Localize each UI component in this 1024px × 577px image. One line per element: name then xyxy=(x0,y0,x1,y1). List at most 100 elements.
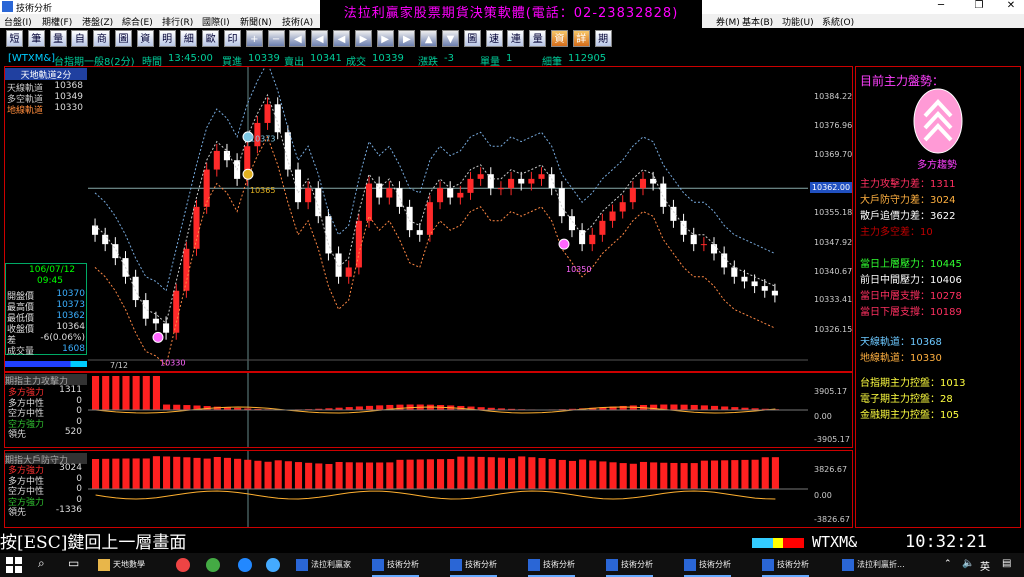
force-bar xyxy=(670,462,678,489)
toolbar-button-11[interactable]: + xyxy=(245,30,263,47)
menu-item-3[interactable]: 綜合(E) xyxy=(122,15,153,28)
toolbar-button-23[interactable]: 連 xyxy=(507,30,525,47)
candle xyxy=(406,206,413,231)
menu-item-10[interactable]: 功能(U) xyxy=(782,15,814,28)
maximize-button[interactable]: ❐ xyxy=(966,0,992,11)
sub1-row-value: 1311 xyxy=(59,385,82,395)
menu-item-6[interactable]: 新聞(N) xyxy=(240,15,272,28)
menu-item-1[interactable]: 期權(F) xyxy=(42,15,72,28)
toolbar-button-24[interactable]: 量 xyxy=(529,30,547,47)
force-bar xyxy=(274,460,282,489)
menu-item-7[interactable]: 技術(A) xyxy=(282,15,313,28)
force-bar xyxy=(437,459,445,489)
force-bar xyxy=(112,458,120,489)
search-icon[interactable]: ⌕ xyxy=(38,556,45,571)
force-bar xyxy=(355,406,363,410)
pinned-browser-icon[interactable] xyxy=(238,558,252,572)
menu-item-9[interactable]: 基本(B) xyxy=(742,15,773,28)
taskbar-app-5[interactable]: 技術分析 xyxy=(606,555,653,577)
sub2-row-label: 領先 xyxy=(8,508,27,518)
toolbar-button-7[interactable]: 明 xyxy=(158,30,176,47)
menu-item-0[interactable]: 台盤(I) xyxy=(4,15,32,28)
menu-item-8[interactable]: 券(M) xyxy=(716,15,740,28)
ohlc-value: 10370 xyxy=(56,289,85,299)
taskbar-app-3[interactable]: 技術分析 xyxy=(450,555,497,577)
taskbar-app-6[interactable]: 技術分析 xyxy=(684,555,731,577)
toolbar-button-21[interactable]: 圖 xyxy=(463,30,481,47)
toolbar-button-12[interactable]: − xyxy=(267,30,285,47)
menu-item-11[interactable]: 系統(O) xyxy=(822,15,854,28)
taskbar-app-7[interactable]: 技術分析 xyxy=(762,555,809,577)
menu-item-2[interactable]: 港盤(Z) xyxy=(82,15,113,28)
candle xyxy=(660,183,667,207)
toolbar-button-18[interactable]: ▶ xyxy=(398,30,416,47)
ohlc-value: 1608 xyxy=(62,344,85,354)
toolbar-button-1[interactable]: 筆 xyxy=(27,30,45,47)
taskbar-app-label: 技術分析 xyxy=(465,560,497,569)
toolbar-button-8[interactable]: 細 xyxy=(180,30,198,47)
window-title: 技術分析 xyxy=(16,4,53,14)
toolbar-button-13[interactable]: ◀ xyxy=(289,30,307,47)
notification-icon[interactable]: ▤ xyxy=(1002,558,1011,569)
taskbar-app-0[interactable]: 天地數學 xyxy=(98,555,145,575)
toolbar-button-20[interactable]: ▼ xyxy=(442,30,459,47)
right-row-label: 地線軌道： xyxy=(860,353,910,364)
pinned-browser-icon[interactable] xyxy=(266,558,280,572)
taskbar-app-8[interactable]: 法拉利贏折... xyxy=(842,555,905,575)
ime-indicator[interactable]: 英 xyxy=(980,558,990,573)
toolbar-button-2[interactable]: 量 xyxy=(49,30,67,47)
toolbar-button-14[interactable]: ◀ xyxy=(311,30,329,47)
toolbar-button-22[interactable]: 速 xyxy=(485,30,503,47)
candle xyxy=(629,188,636,203)
toolbar-button-3[interactable]: 自 xyxy=(71,30,89,47)
taskbar-app-2[interactable]: 技術分析 xyxy=(372,555,419,577)
task-view-icon[interactable]: ▭ xyxy=(68,556,79,570)
indicator-title: 天地軌道2分 xyxy=(5,68,87,81)
speaker-icon[interactable]: 🔈 xyxy=(962,558,974,569)
right-panel-row: 前日中間壓力：10406 xyxy=(860,271,962,286)
sub1-row-value: 0 xyxy=(76,406,82,416)
right-panel-row: 地線軌道：10330 xyxy=(860,349,942,364)
toolbar-button-17[interactable]: ▶ xyxy=(376,30,394,47)
toolbar-button-10[interactable]: 印 xyxy=(224,30,241,47)
sell-value: 10341 xyxy=(310,53,342,64)
pinned-browser-icon[interactable] xyxy=(206,558,220,572)
force-bar xyxy=(92,459,100,489)
taskbar-app-1[interactable]: 法拉利贏家 xyxy=(296,555,351,575)
force-bar xyxy=(751,459,759,489)
force-bar xyxy=(112,376,120,410)
main-chart: 10373 10365 10350 10330 xyxy=(88,67,808,370)
right-panel-row: 金融期主力控盤：105 xyxy=(860,406,959,421)
y-tick-label: 10333.41 xyxy=(814,295,853,304)
minimize-button[interactable]: ─ xyxy=(928,0,954,11)
taskbar-app-4[interactable]: 技術分析 xyxy=(528,555,575,577)
toolbar-button-16[interactable]: ▶ xyxy=(354,30,372,47)
candle xyxy=(741,276,748,282)
toolbar-button-5[interactable]: 圖 xyxy=(115,30,132,47)
toolbar-button-9[interactable]: 歐 xyxy=(202,30,220,47)
menu-item-4[interactable]: 排行(R) xyxy=(162,15,193,28)
candle xyxy=(437,188,444,203)
candle xyxy=(589,234,596,245)
menu-item-5[interactable]: 國際(I) xyxy=(202,15,230,28)
close-button[interactable]: ✕ xyxy=(998,0,1024,11)
toolbar-button-6[interactable]: 資 xyxy=(136,30,154,47)
toolbar-button-4[interactable]: 商 xyxy=(93,30,111,47)
candle xyxy=(132,276,139,301)
ohlc-value: 10362 xyxy=(56,311,85,321)
toolbar-button-19[interactable]: ▲ xyxy=(420,30,438,47)
taskbar-app-label: 技術分析 xyxy=(699,560,731,569)
sub1-y-tick: 3905.17 xyxy=(814,387,848,396)
toolbar-button-25[interactable]: 資 xyxy=(551,30,568,47)
toolbar-button-15[interactable]: ◀ xyxy=(333,30,350,47)
right-panel-row: 主力攻擊力差：1311 xyxy=(860,175,955,190)
tray-expand-icon[interactable]: ⌃ xyxy=(944,559,952,569)
toolbar-button-27[interactable]: 期 xyxy=(594,30,612,47)
pinned-browser-icon[interactable] xyxy=(176,558,190,572)
force-bar xyxy=(426,459,434,489)
toolbar-button-26[interactable]: 詳 xyxy=(572,30,590,47)
right-panel-row: 大戶防守力差：3024 xyxy=(860,191,955,206)
toolbar-button-0[interactable]: 短 xyxy=(6,30,23,47)
windows-start-icon[interactable] xyxy=(6,557,22,573)
force-bar xyxy=(548,458,556,489)
